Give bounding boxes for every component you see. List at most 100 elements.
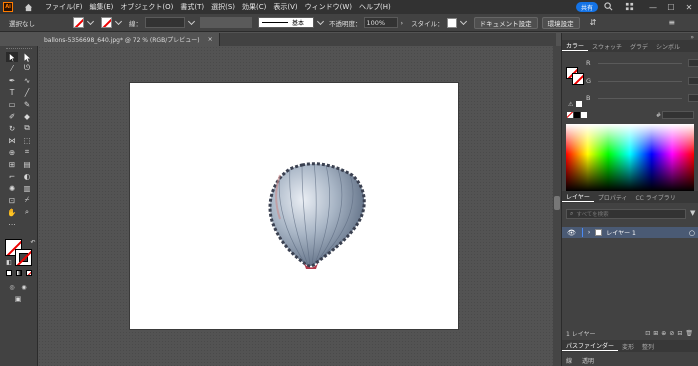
free-transform-tool-icon[interactable]: ⬚ [21, 135, 33, 145]
expand-arrow-icon[interactable]: › [588, 229, 590, 236]
none-mode-icon[interactable] [26, 270, 32, 276]
artboard-tool-icon[interactable]: ⊡ [6, 195, 18, 205]
color-spectrum[interactable] [566, 124, 694, 191]
eyedropper-tool-icon[interactable]: ⌐ [6, 171, 18, 181]
workspace-grid-icon[interactable] [625, 2, 634, 11]
layer-row[interactable]: 👁 › レイヤー 1 ○ [562, 227, 698, 238]
gradient-mode-icon[interactable] [16, 270, 22, 276]
menu-item[interactable]: ヘルプ(H) [359, 2, 391, 12]
blue-slider[interactable] [598, 97, 682, 99]
maximize-icon[interactable]: ☐ [662, 0, 680, 14]
opacity-field[interactable]: 100% [363, 17, 398, 28]
filter-icon[interactable]: ▼ [690, 209, 695, 217]
tab-align[interactable]: 整列 [638, 342, 658, 351]
scale-tool-icon[interactable]: ⧉ [21, 123, 33, 133]
close-tab-icon[interactable]: × [208, 36, 213, 43]
opacity-arrow-icon[interactable]: › [401, 19, 404, 27]
tab-properties[interactable]: プロパティ [594, 193, 632, 202]
perspective-grid-tool-icon[interactable]: ⌗ [21, 147, 33, 157]
menu-item[interactable]: 書式(T) [180, 2, 204, 12]
tab-pathfinder[interactable]: パスファインダー [562, 341, 619, 351]
search-icon[interactable] [604, 2, 613, 11]
tab-transparency[interactable]: 透明 [582, 356, 594, 365]
more-tools-icon[interactable]: ⋯ [6, 219, 18, 229]
blue-value-field[interactable] [688, 94, 698, 102]
preferences-button[interactable]: 環境設定 [541, 16, 580, 29]
tab-symbols[interactable]: シンボル [652, 42, 684, 51]
arrange-icon[interactable]: ⇵ [590, 18, 597, 27]
width-tool-icon[interactable]: ⋈ [6, 135, 18, 145]
tab-layers[interactable]: レイヤー [562, 192, 594, 202]
document-setup-button[interactable]: ドキュメント設定 [473, 16, 538, 29]
menu-item[interactable]: 選択(S) [211, 2, 235, 12]
pen-tool-icon[interactable]: ✒ [6, 75, 18, 85]
share-button[interactable]: 共有 [576, 2, 598, 12]
layer-target-icon[interactable]: ○ [689, 229, 695, 237]
stroke-dropdown-icon[interactable] [114, 17, 123, 25]
layers-search[interactable]: ⌕ すべてを検索 [566, 209, 686, 219]
menu-item[interactable]: オブジェクト(O) [120, 2, 173, 12]
menu-item[interactable]: 効果(C) [242, 2, 266, 12]
line-tool-icon[interactable]: ╱ [21, 87, 33, 97]
minimize-icon[interactable]: — [644, 0, 662, 14]
panel-menu-icon[interactable]: ≡ [668, 18, 675, 27]
visibility-eye-icon[interactable]: 👁 [567, 229, 576, 237]
footer-action-icons[interactable]: ⊡⊞⊕⊘⊟🗑 [645, 330, 696, 337]
toolbar-grip[interactable] [6, 48, 32, 50]
rectangle-tool-icon[interactable]: ▭ [6, 99, 18, 109]
home-icon[interactable] [23, 2, 33, 12]
out-of-gamut-icon[interactable]: ⚠ [568, 101, 573, 108]
mesh-tool-icon[interactable]: ⊞ [6, 159, 18, 169]
blend-tool-icon[interactable]: ◐ [21, 171, 33, 181]
slice-tool-icon[interactable]: ⌿ [21, 195, 33, 205]
stroke-style-dropdown-icon[interactable] [316, 17, 325, 25]
fill-dropdown-icon[interactable] [86, 17, 95, 25]
tab-color[interactable]: カラー [562, 41, 589, 51]
magic-wand-tool-icon[interactable]: ⁄ [6, 63, 18, 73]
tab-cc-libraries[interactable]: CC ライブラリ [631, 193, 679, 202]
paintbrush-tool-icon[interactable]: ✎ [21, 99, 33, 109]
gradient-tool-icon[interactable]: ▤ [21, 159, 33, 169]
eraser-tool-icon[interactable]: ◆ [21, 111, 33, 121]
stroke-color-swatch[interactable] [15, 249, 32, 266]
menu-item[interactable]: 編集(E) [90, 2, 114, 12]
green-slider[interactable] [598, 80, 682, 82]
tab-swatches[interactable]: スウォッチ [588, 42, 626, 51]
scrollbar-thumb[interactable] [554, 196, 560, 210]
stroke-weight-dropdown-icon[interactable] [187, 17, 196, 25]
red-value-field[interactable] [688, 59, 698, 67]
menu-item[interactable]: ウィンドウ(W) [305, 2, 352, 12]
balloon-image[interactable] [130, 83, 458, 329]
tab-stroke[interactable]: 線 [566, 356, 572, 365]
artboard[interactable] [130, 83, 458, 329]
fill-swatch[interactable] [73, 17, 84, 28]
style-swatch[interactable] [446, 17, 457, 28]
variable-width-field[interactable] [200, 17, 252, 28]
stroke-swatch[interactable] [101, 17, 112, 28]
draw-mode-icon[interactable]: ◎ [6, 282, 18, 292]
symbol-sprayer-tool-icon[interactable]: ✺ [6, 183, 18, 193]
white-swatch[interactable] [581, 112, 587, 118]
default-fill-stroke-icon[interactable]: ◧ [3, 257, 15, 267]
hand-tool-icon[interactable]: ✋ [6, 207, 18, 217]
draw-inside-icon[interactable]: ◉ [18, 282, 30, 292]
column-graph-tool-icon[interactable]: ▥ [21, 183, 33, 193]
rotate-tool-icon[interactable]: ↻ [6, 123, 18, 133]
type-tool-icon[interactable]: T [6, 87, 18, 97]
curvature-tool-icon[interactable]: ∿ [21, 75, 33, 85]
tab-transform[interactable]: 変形 [618, 342, 638, 351]
close-icon[interactable]: ✕ [680, 0, 698, 14]
illustrator-logo-icon[interactable]: Ai [3, 2, 13, 12]
vertical-scrollbar[interactable] [553, 46, 561, 366]
lasso-tool-icon[interactable]: ᘎ [21, 63, 33, 73]
menu-item[interactable]: 表示(V) [273, 2, 297, 12]
color-mode-icon[interactable] [6, 270, 12, 276]
tab-gradient[interactable]: グラデ [626, 42, 652, 51]
screen-mode-icon[interactable]: ▣ [12, 294, 24, 304]
stroke-style-field[interactable]: 基本 [258, 17, 314, 28]
green-value-field[interactable] [688, 77, 698, 85]
shape-builder-tool-icon[interactable]: ⊕ [6, 147, 18, 157]
canvas[interactable] [38, 46, 553, 366]
stroke-weight-field[interactable] [145, 17, 185, 28]
document-tab[interactable]: ballons-5356698_640.jpg* @ 72 % (RGB/プレビ… [38, 33, 220, 46]
